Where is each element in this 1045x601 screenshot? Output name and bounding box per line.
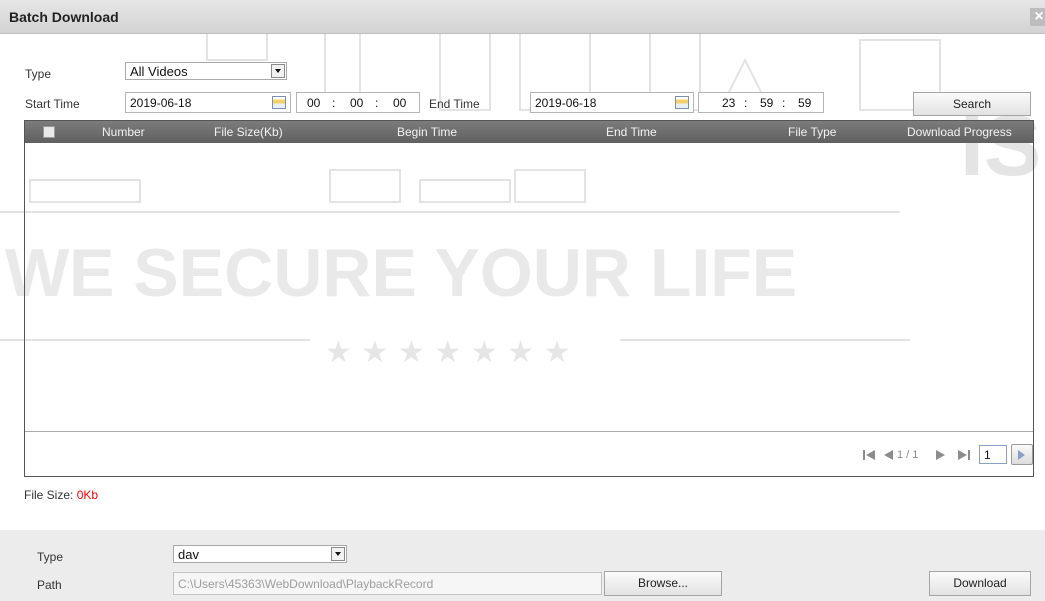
path-field[interactable]: C:\Users\45363\WebDownload\PlaybackRecor…	[173, 572, 602, 595]
file-size-label: File Size: 0Kb	[24, 488, 98, 502]
type-select[interactable]: All Videos	[125, 62, 287, 80]
type-select-value: All Videos	[130, 64, 188, 79]
prev-page-icon[interactable]	[881, 448, 895, 462]
type-label: Type	[25, 67, 52, 81]
time-separator: :	[375, 96, 379, 110]
start-time-field[interactable]: 00 : 00 : 00	[296, 92, 420, 113]
download-type-value: dav	[178, 547, 199, 562]
end-date-field[interactable]: 2019-06-18	[530, 92, 694, 113]
chevron-down-icon[interactable]	[331, 547, 345, 561]
page-number-input[interactable]: 1	[979, 445, 1007, 464]
end-hour[interactable]: 23	[722, 96, 735, 110]
chevron-down-icon[interactable]	[271, 64, 285, 78]
download-button[interactable]: Download	[929, 571, 1031, 596]
pager-divider	[25, 431, 1033, 432]
dialog-title-bar	[0, 0, 1045, 34]
start-hour[interactable]: 00	[307, 96, 320, 110]
next-page-icon[interactable]	[934, 448, 948, 462]
end-date-value: 2019-06-18	[535, 96, 597, 110]
last-page-icon[interactable]	[956, 448, 972, 462]
go-icon[interactable]	[1011, 444, 1033, 465]
dialog-title: Batch Download	[9, 9, 119, 25]
results-table	[24, 120, 1034, 477]
page-info: 1 / 1	[897, 449, 919, 461]
search-button[interactable]: Search	[913, 92, 1031, 116]
path-label: Path	[37, 578, 62, 592]
start-second[interactable]: 00	[393, 96, 406, 110]
browse-button[interactable]: Browse...	[604, 571, 722, 596]
calendar-icon[interactable]	[272, 96, 286, 109]
start-time-label: Start Time	[25, 97, 80, 111]
end-second[interactable]: 59	[798, 96, 811, 110]
start-date-field[interactable]: 2019-06-18	[125, 92, 291, 113]
time-separator: :	[744, 96, 748, 110]
end-time-field[interactable]: 23 : 59 : 59	[698, 92, 824, 113]
start-minute[interactable]: 00	[350, 96, 363, 110]
end-minute[interactable]: 59	[760, 96, 773, 110]
file-size-value: 0Kb	[76, 488, 99, 502]
file-size-caption: File Size:	[24, 488, 77, 502]
time-separator: :	[782, 96, 786, 110]
download-type-label: Type	[37, 550, 64, 564]
end-time-label: End Time	[429, 97, 480, 111]
calendar-icon[interactable]	[675, 96, 689, 109]
download-type-select[interactable]: dav	[173, 545, 347, 563]
start-date-value: 2019-06-18	[130, 96, 192, 110]
first-page-icon[interactable]	[862, 448, 878, 462]
time-separator: :	[332, 96, 336, 110]
close-icon[interactable]: ×	[1030, 8, 1045, 26]
path-value: C:\Users\45363\WebDownload\PlaybackRecor…	[178, 577, 434, 591]
